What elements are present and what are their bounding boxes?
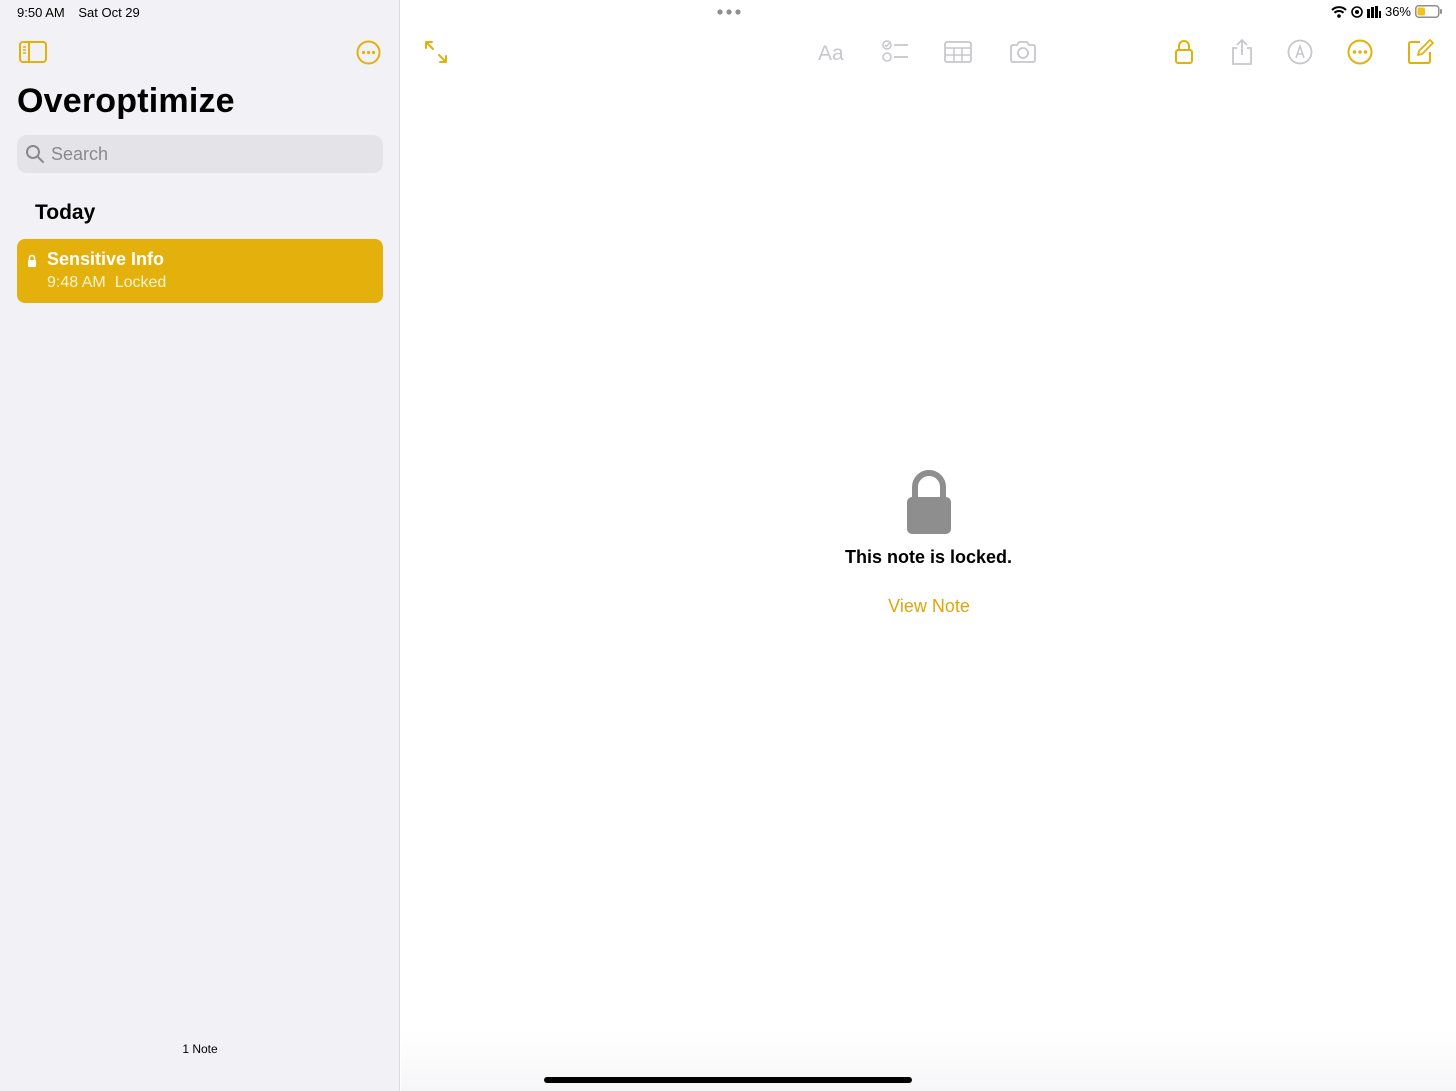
compose-icon[interactable] [1406,38,1434,66]
battery-icon [1415,5,1442,18]
sidebar-toggle-icon[interactable] [19,41,47,63]
home-indicator[interactable] [544,1077,912,1083]
battery-percent: 36% [1384,4,1411,19]
padlock-icon [907,470,951,534]
sidebar: 9:50 AM Sat Oct 29 Overoptimize Today Se… [0,0,400,1091]
note-detail-pane: 36% Aa This note is locked. View Note [401,0,1456,1091]
status-bar-right: 36% [1331,4,1442,19]
note-title: Sensitive Info [47,249,165,269]
checklist-icon[interactable] [881,38,909,66]
status-bar-left: 9:50 AM Sat Oct 29 [17,5,140,20]
lock-toolbar-icon[interactable] [1170,38,1198,66]
locked-message-text: This note is locked. [844,547,1013,567]
section-header-today: Today [35,201,96,224]
folder-title: Overoptimize [17,82,235,120]
more-options-icon[interactable] [356,40,381,65]
signal-icon [1366,5,1381,18]
expand-icon[interactable] [422,38,450,66]
table-icon[interactable] [944,38,972,66]
note-more-icon[interactable] [1346,38,1374,66]
svg-text:Aa: Aa [818,42,844,65]
search-icon [26,145,44,163]
note-time: 9:48 AM [47,274,106,291]
camera-icon[interactable] [1009,38,1037,66]
search-field[interactable] [17,135,383,173]
locked-message: This note is locked. [401,547,1456,568]
view-note-button[interactable]: View Note [871,596,987,617]
note-count: 1 Note [182,1042,218,1056]
status-time: 9:50 AM [17,5,65,20]
note-meta: 9:48 AM Locked [47,274,166,292]
search-input[interactable] [51,143,351,165]
wifi-icon [1331,5,1347,18]
markup-icon[interactable] [1286,38,1314,66]
note-list-item[interactable]: Sensitive Info 9:48 AM Locked [17,239,383,303]
note-status: Locked [114,274,167,291]
lock-icon [28,254,36,267]
share-icon[interactable] [1228,38,1256,66]
multitasking-dots-icon[interactable] [717,9,741,15]
location-lock-icon [1351,5,1363,18]
text-format-icon[interactable]: Aa [817,38,849,66]
status-date: Sat Oct 29 [78,5,140,20]
